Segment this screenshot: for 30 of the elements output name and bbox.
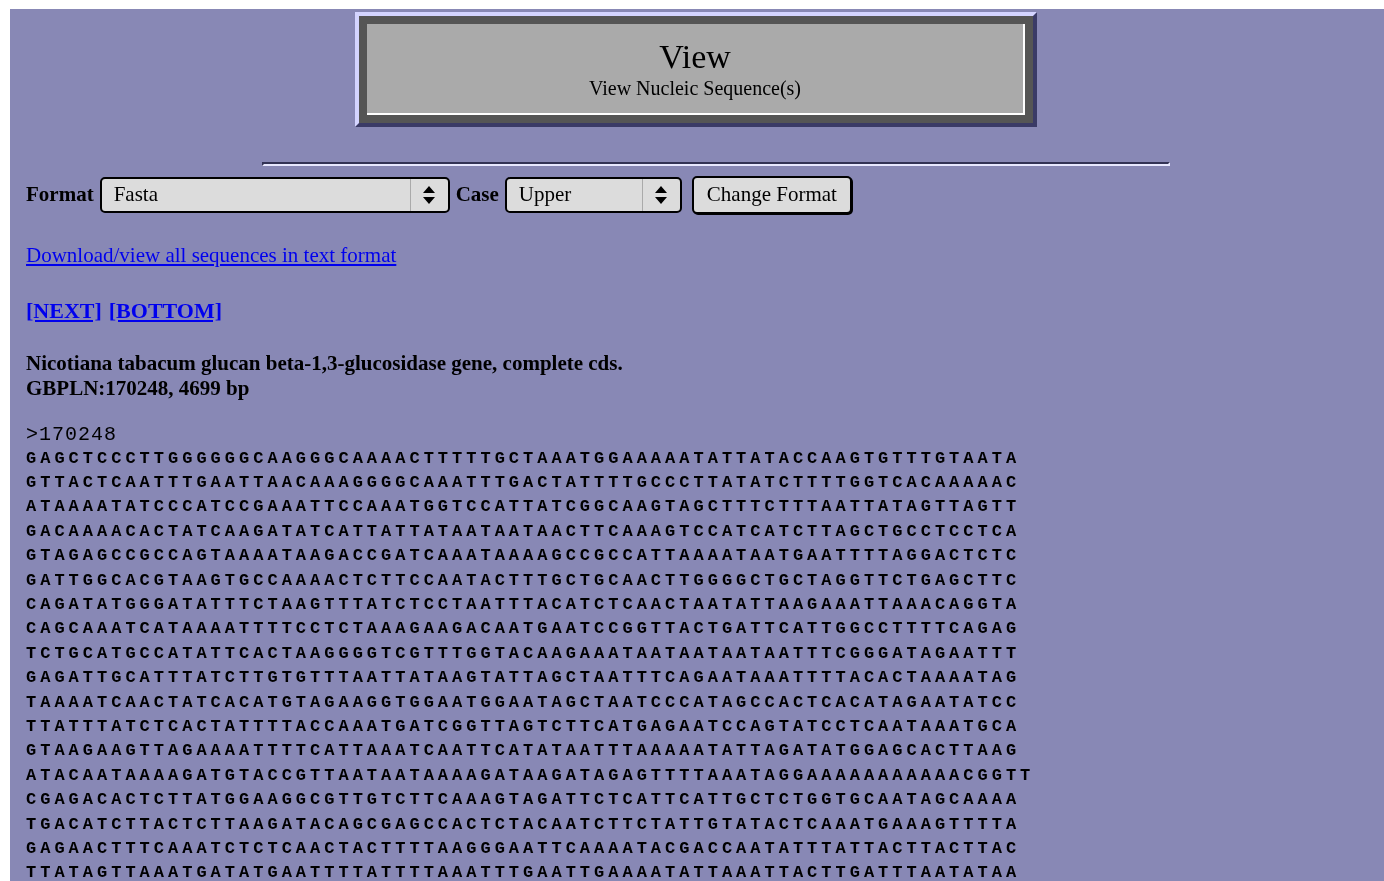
page-subtitle: View Nucleic Sequence(s) (588, 75, 801, 100)
sequence-line: GATTGGCACGTAAGTGCCAAAACTCTTCCAATACTTTGCTGCAACTTGGGGCTGCTAGGTTCTGAGCTTC (26, 569, 1022, 592)
up-down-arrows-icon (654, 184, 669, 206)
dropdown-select[interactable]: Fasta (99, 177, 450, 213)
sequence-line: TCTGCATGCCATATTCACTAAGGGGTCGTTTGGTACAAGAAATAATAATAATAATTTCGGGATAGAATTT (26, 642, 1022, 665)
record-accession: GBPLN:170248, 4699 bp (26, 375, 251, 401)
field-label: Format (26, 181, 94, 209)
sequence-line: GTAGAGCCGCCAGTAAAATAAGACCGATCAAATAAAAGCCGCCATTAAAATAATGAATTTTAGGACTCTC (26, 545, 1022, 568)
sequence-line: ATAAAATATCCCATCCGAAATTCCAAATGGTCCATTATCGGCAAGTAGCTTTCTTTAATTATAGTTAGTT (26, 496, 1022, 519)
sequence-line: TAAAATCAACTATCACATGTAGAAGGTGGAATGGAATAGCTAATCCCATAGCCACTCACATAGAATATCC (26, 691, 1022, 714)
record-description: Nicotiana tabacum glucan beta-1,3-glucosidase gene, complete cds. (26, 350, 624, 376)
up-down-arrows-icon (422, 184, 437, 206)
sequence-line: CGAGACACTCTTATGGAAGGCGTTGTCTTCAAAGTAGATTCTCATTCATTGCTCTGGTGCAATAGCAAAA (26, 789, 1022, 812)
sequence-line: GAGATTGCATTTATCTTGTGTTTAATTATAAGTATTAGCTAATTTCAGAATAAATTTTACACTAAAATAG (26, 667, 1022, 690)
sequence-line: TTATTTATCTCACTATTTTACCAAATGATCGGTTAGTCTTCATGAGAATCCAGTATCCTCAATAAATGCA (26, 715, 1022, 738)
change-format-button[interactable]: Change Format (691, 176, 852, 214)
sequence-line: GAGAACTTTCAAATCTCTCAACTACTTTTAAGGGAATTCAAAATACGACCAATATTTATTACTTACTTAC (26, 838, 1022, 860)
page-title: View (659, 37, 731, 76)
field-label: Case (455, 181, 499, 209)
sequence-line: GTTACTCAATTTGAATTAACAAAGGGGCAAATTTGACTATTTTGCCCTTATATCTTTTGGTCACAAAAAC (26, 471, 1022, 494)
sequence-line: TTATAGTTAAATGATATGAATTTTATTTTAAATTTGAATTGAAAATATTAAATTACTTGATTTAATATAA (26, 862, 1022, 881)
sequence-line: GACAAAACACTATCAAGATATCATTATTATAATAATAACTTCAAAGTCCATCATCTTAGCTGCCTCCTCA (26, 520, 1022, 543)
sequence-line: CAGCAAATCATAAAATTTTCCTCTAAAGAAGACAATGAATCCGGTTACTGATTCATTGGCCTTTTCAGAG (26, 618, 1022, 641)
dropdown-select[interactable]: Upper (504, 177, 682, 213)
sequence-line: ATACAATAAAAGATGTACCGTTAATAATAAAAGATAAGATAGAGTTTTAAATAGGAAAAAAAAAAACGGTT (26, 764, 1036, 787)
sequence-line: CAGATATGGGATATTTCTAAGTTTATCTCCTAATTTACATCTCAACTAATATTAAGAAATTAAACAGGTA (26, 593, 1022, 616)
sequence-line: GAGCTCCCTTGGGGGGCAAGGGCAAAACTTTTTGCTAAATGGAAAAATATTATACCAAGTGTTTGTAATA (26, 447, 1022, 470)
sequence-line: GTAAGAAGTTAGAAAATTTTCATTAAATCAATTCATATAATTTAAAAATATTAGATATGGAGCACTTAAG (26, 740, 1022, 763)
sequence-line: TGACATCTTACTCTTAAGATACAGCGAGCCACTCTACAATCTTCTATTGTATACTCAAATGAAAGTTTTA (26, 813, 1022, 836)
sequence-header: >170248 (26, 422, 118, 447)
